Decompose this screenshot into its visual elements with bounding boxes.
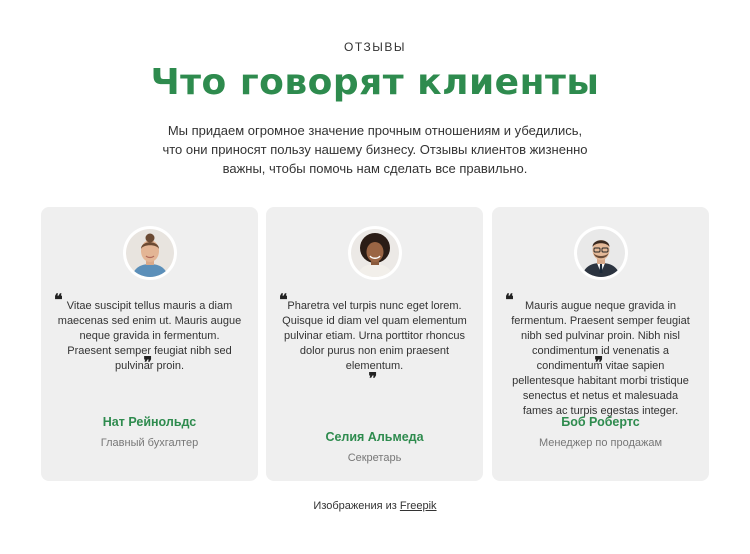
avatar <box>347 226 402 280</box>
person-name: Боб Робертс <box>561 415 640 429</box>
person-name: Нат Рейнольдс <box>102 415 197 429</box>
avatar-photo-woman <box>350 229 399 277</box>
person-role: Менеджер по продажам <box>538 437 663 449</box>
quote-close-icon: ❞ <box>594 353 604 372</box>
section-title: Что говорят клиенты <box>150 62 600 103</box>
person-role: Секретарь <box>347 452 402 464</box>
eyebrow-label: ОТЗЫВЫ <box>343 40 407 54</box>
testimonial-card: ❝ Mauris augue neque gravida in fermentu… <box>492 207 709 481</box>
person-name: Селия Альмеда <box>325 430 424 444</box>
avatar-photo-man <box>576 229 625 277</box>
quote-close-icon: ❞ <box>143 353 153 372</box>
image-credit: Изображения из Freepik <box>0 500 750 512</box>
person-role: Главный бухгалтер <box>100 437 199 449</box>
testimonial-card: ❝ Vitae suscipit tellus mauris a diam ma… <box>41 207 258 481</box>
avatar-photo-woman <box>125 229 174 277</box>
testimonial-card: ❝ Pharetra vel turpis nunc eget lorem. Q… <box>266 207 483 481</box>
quote-close-icon: ❞ <box>368 369 378 388</box>
testimonial-text: Pharetra vel turpis nunc eget lorem. Qui… <box>282 300 467 372</box>
freepik-link[interactable]: Freepik <box>400 500 437 512</box>
credit-prefix: Изображения из <box>313 500 397 512</box>
avatar <box>573 226 628 280</box>
avatar <box>122 226 177 280</box>
section-intro: Мы придаем огромное значение прочным отн… <box>162 123 588 176</box>
